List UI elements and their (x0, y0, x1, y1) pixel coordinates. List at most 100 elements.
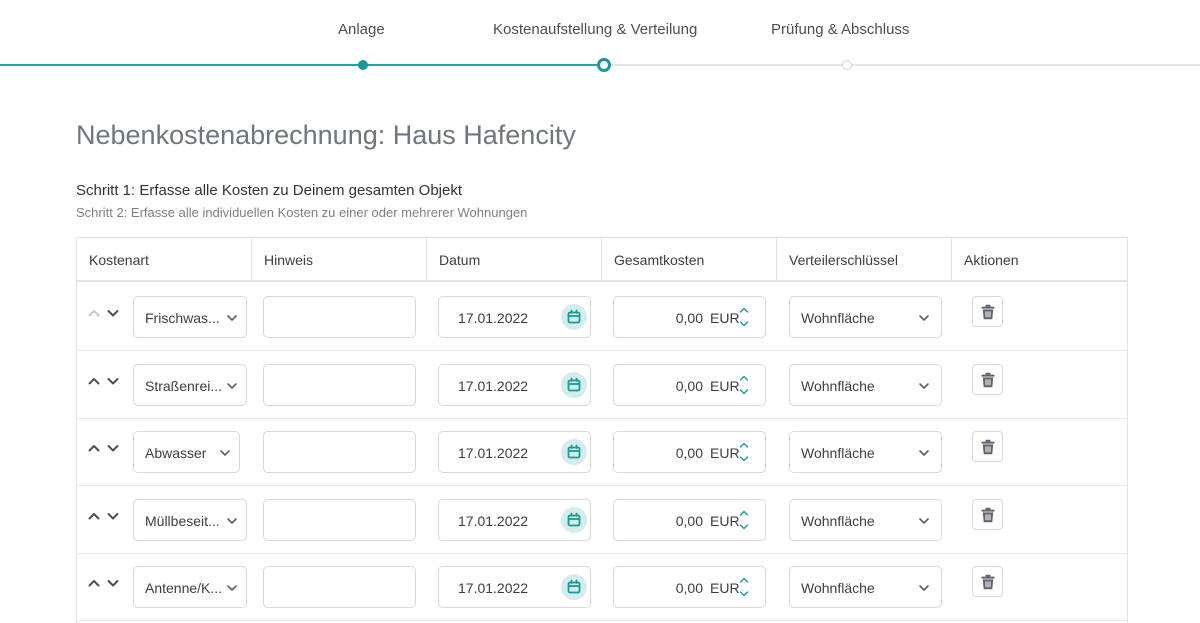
move-down-button[interactable] (106, 441, 120, 455)
calendar-button[interactable] (561, 506, 587, 533)
delete-button[interactable] (972, 566, 1003, 597)
datum-value: 17.01.2022 (458, 445, 529, 461)
hinweis-input[interactable] (263, 498, 416, 541)
kostenart-select[interactable]: Straßenrei... (133, 363, 247, 406)
kostenart-value: Abwasser (145, 445, 207, 461)
datum-value: 17.01.2022 (458, 310, 529, 326)
gesamtkosten-value: 0,00 (675, 377, 703, 394)
gesamtkosten-value: 0,00 (675, 580, 703, 596)
table-row: Antenne/K... 17.01.2022 0,00 EUR Wohnflä… (77, 554, 1127, 621)
chevron-down-icon (107, 377, 119, 384)
step-anlage[interactable]: Anlage (338, 21, 385, 38)
costs-table: Kostenart Hinweis Datum Gesamtkosten Ver… (76, 237, 1128, 623)
spinner-arrows-icon[interactable] (738, 573, 750, 601)
verteilerschluessel-select[interactable]: Wohnfläche (789, 296, 942, 338)
spinner-arrows-icon[interactable] (738, 506, 750, 534)
spinner-arrows-icon[interactable] (738, 371, 750, 399)
verteilerschluessel-select[interactable]: Wohnfläche (789, 431, 942, 473)
chevron-down-icon (919, 315, 929, 321)
column-header-verteilerschluessel: Verteilerschlüssel (777, 238, 952, 282)
kostenart-select[interactable]: Abwasser (133, 431, 240, 473)
datum-value: 17.01.2022 (458, 580, 529, 596)
column-header-gesamtkosten: Gesamtkosten (602, 238, 777, 282)
verteilerschluessel-value: Wohnfläche (801, 580, 875, 596)
currency-label: EUR (710, 445, 740, 461)
currency-label: EUR (710, 377, 740, 394)
kostenart-select[interactable]: Frischwas... (133, 296, 247, 338)
datum-input[interactable]: 17.01.2022 (438, 566, 591, 608)
delete-button[interactable] (972, 498, 1003, 530)
chevron-down-icon (107, 310, 119, 317)
verteilerschluessel-value: Wohnfläche (801, 512, 875, 529)
hinweis-input[interactable] (263, 296, 416, 338)
calendar-icon (567, 579, 581, 594)
datum-input[interactable]: 17.01.2022 (438, 296, 591, 338)
verteilerschluessel-value: Wohnfläche (801, 445, 875, 461)
chevron-down-icon (227, 585, 237, 591)
calendar-icon (567, 309, 581, 324)
move-down-button[interactable] (106, 306, 120, 320)
hinweis-input[interactable] (263, 566, 416, 608)
currency-label: EUR (710, 310, 740, 326)
chevron-up-icon (88, 377, 100, 384)
delete-button[interactable] (972, 363, 1003, 395)
kostenart-select[interactable]: Müllbeseit... (133, 498, 247, 541)
move-up-button[interactable] (87, 509, 101, 523)
calendar-button[interactable] (561, 574, 587, 600)
move-up-button[interactable] (87, 576, 101, 590)
gesamtkosten-input[interactable]: 0,00 EUR (613, 498, 766, 541)
kostenart-select[interactable]: Antenne/K... (133, 566, 247, 608)
page-title: Nebenkostenabrechnung: Haus Hafencity (76, 120, 576, 150)
move-up-button[interactable] (87, 306, 101, 320)
instruction-step-1: Schritt 1: Erfasse alle Kosten zu Deinem… (76, 182, 463, 199)
move-down-button[interactable] (106, 374, 120, 388)
datum-input[interactable]: 17.01.2022 (438, 363, 591, 406)
chevron-down-icon (919, 382, 929, 389)
column-header-datum: Datum (427, 238, 602, 282)
spinner-arrows-icon[interactable] (738, 438, 750, 466)
calendar-icon (567, 377, 581, 391)
datum-input[interactable]: 17.01.2022 (438, 498, 591, 541)
calendar-icon (567, 444, 581, 459)
verteilerschluessel-select[interactable]: Wohnfläche (789, 566, 942, 608)
chevron-down-icon (107, 512, 119, 519)
step-kostenaufstellung[interactable]: Kostenaufstellung & Verteilung (493, 21, 697, 38)
move-down-button[interactable] (106, 509, 120, 523)
verteilerschluessel-select[interactable]: Wohnfläche (789, 498, 942, 541)
chevron-down-icon (220, 450, 230, 456)
chevron-down-icon (107, 445, 119, 452)
delete-button[interactable] (972, 296, 1003, 327)
hinweis-input[interactable] (263, 363, 416, 406)
column-header-aktionen: Aktionen (964, 252, 1019, 268)
kostenart-value: Straßenrei... (145, 377, 223, 394)
gesamtkosten-input[interactable]: 0,00 EUR (613, 363, 766, 406)
delete-button[interactable] (972, 431, 1003, 462)
kostenart-value: Frischwas... (145, 310, 220, 326)
table-header: Kostenart Hinweis Datum Gesamtkosten Ver… (77, 238, 1127, 282)
move-up-button[interactable] (87, 441, 101, 455)
datum-input[interactable]: 17.01.2022 (438, 431, 591, 473)
calendar-icon (567, 512, 581, 526)
move-up-button[interactable] (87, 374, 101, 388)
hinweis-input[interactable] (263, 431, 416, 473)
chevron-down-icon (107, 580, 119, 587)
calendar-button[interactable] (561, 371, 587, 398)
gesamtkosten-input[interactable]: 0,00 EUR (613, 296, 766, 338)
datum-value: 17.01.2022 (458, 377, 529, 394)
currency-label: EUR (710, 512, 740, 529)
trash-icon (981, 574, 995, 590)
chevron-down-icon (227, 517, 237, 524)
calendar-button[interactable] (561, 439, 587, 465)
calendar-button[interactable] (561, 304, 587, 330)
spinner-arrows-icon[interactable] (738, 303, 750, 331)
step-pruefung[interactable]: Prüfung & Abschluss (771, 21, 909, 38)
gesamtkosten-value: 0,00 (675, 512, 703, 529)
verteilerschluessel-select[interactable]: Wohnfläche (789, 363, 942, 406)
stepper-remaining-track (604, 64, 1200, 66)
gesamtkosten-input[interactable]: 0,00 EUR (613, 431, 766, 473)
move-down-button[interactable] (106, 576, 120, 590)
gesamtkosten-input[interactable]: 0,00 EUR (613, 566, 766, 608)
chevron-up-icon (88, 512, 100, 519)
currency-label: EUR (710, 580, 740, 596)
table-row: Frischwas... 17.01.2022 0,00 EUR Wohnflä… (77, 284, 1127, 351)
